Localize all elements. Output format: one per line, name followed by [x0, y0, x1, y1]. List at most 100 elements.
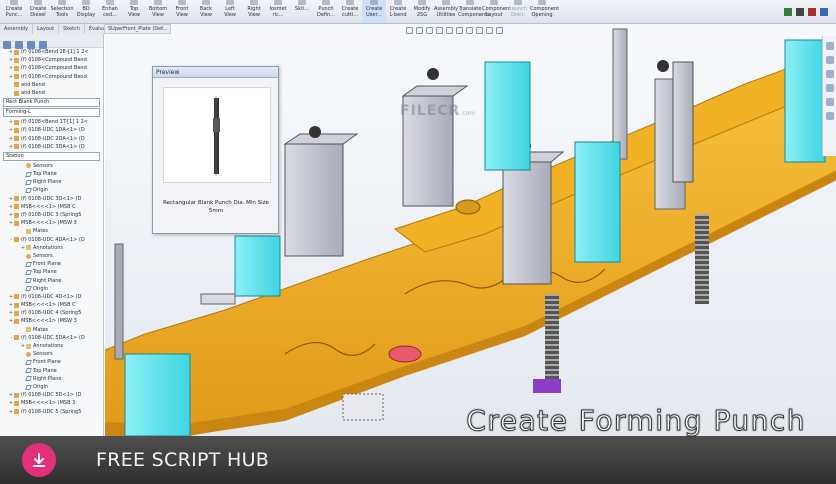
forming-type-select[interactable]: Forming-L — [3, 108, 100, 118]
tree-item[interactable]: Sensors — [0, 350, 103, 358]
scene-icon[interactable] — [486, 27, 493, 34]
tree-item[interactable]: - (f) 0108-UDC 4DA<1> (D — [0, 236, 103, 244]
ribbon-button[interactable]: Assembly Utilities — [434, 0, 458, 23]
hide-show-icon[interactable] — [466, 27, 473, 34]
part-icon — [14, 57, 19, 63]
tree-item[interactable]: + (f) 0108-UDC 1DA<1> (D — [0, 126, 103, 134]
tree-item[interactable]: + (f) 0108-UDC 3 (Spring5 — [0, 211, 103, 219]
tree-item[interactable]: + MSB<<<<1> (MSW 3 — [0, 219, 103, 227]
zoom-area-icon[interactable] — [416, 27, 423, 34]
tree-item[interactable]: + (f) 0108-UDC 3D<1> (D — [0, 195, 103, 203]
ribbon-button[interactable]: Launch Discr. — [506, 0, 530, 23]
part-icon — [14, 196, 19, 202]
tree-item[interactable]: Right Plane — [0, 277, 103, 285]
tab-layout[interactable]: Layout — [33, 24, 60, 34]
custom-properties-icon[interactable] — [826, 112, 834, 120]
ribbon-button[interactable]: Back View — [194, 0, 218, 23]
ribbon-button[interactable]: Punch Defin... — [314, 0, 338, 23]
ribbon-button[interactable]: Iosmet ric... — [266, 0, 290, 23]
tree-item-label: Sensors — [33, 252, 53, 259]
ribbon-button[interactable]: Component Opening — [530, 0, 559, 23]
design-library-icon[interactable] — [826, 56, 834, 64]
tree-item[interactable]: - (f) 0108-UDC 5DA<1> (D — [0, 334, 103, 342]
view-palette-icon[interactable] — [826, 84, 834, 92]
tree-item[interactable]: + (f) 0108-UDC 3DA<1> (D — [0, 143, 103, 151]
tab-assembly[interactable]: Assembly — [0, 24, 34, 34]
tree-item-label: Mates — [33, 326, 49, 333]
ribbon-button[interactable]: BD Display — [74, 0, 98, 23]
tree-item[interactable]: and Bend — [0, 89, 103, 97]
tab-sketch[interactable]: Sketch — [59, 24, 85, 34]
tree-item[interactable]: Sensors — [0, 252, 103, 260]
tree-item[interactable]: + (f) 0108-UDC 5D<1> (D — [0, 391, 103, 399]
tree-item[interactable]: Front Plane — [0, 260, 103, 268]
download-button[interactable] — [22, 443, 56, 477]
ribbon-button[interactable]: Bottom View — [146, 0, 170, 23]
ribbon-button[interactable]: Left View — [218, 0, 242, 23]
punch-type-select[interactable]: Rect Blank Punch — [3, 98, 100, 108]
document-tab[interactable]: SUperFront_Plate (Def... — [104, 24, 172, 34]
tree-item[interactable]: Sensors — [0, 162, 103, 170]
tree-item[interactable]: + (f) 0108-UDC 4D<1> (D — [0, 293, 103, 301]
tree-item[interactable]: and Bend — [0, 81, 103, 89]
tree-item[interactable]: + Annotations — [0, 342, 103, 350]
tree-item[interactable]: + (f) 0108<Bend 1T-[1] 1 2< — [0, 118, 103, 126]
close-icon[interactable] — [808, 8, 816, 16]
tree-item[interactable]: Mates — [0, 326, 103, 334]
tree-item[interactable]: Top Plane — [0, 268, 103, 276]
tree-item[interactable]: Right Plane — [0, 178, 103, 186]
tree-item[interactable]: + (f) 0108<Compound Bend — [0, 64, 103, 72]
preview-dialog[interactable]: Preview Rectangular Blank Punch Dia. Min… — [152, 66, 279, 234]
tree-item[interactable]: Top Plane — [0, 170, 103, 178]
section-view-icon[interactable] — [436, 27, 443, 34]
ribbon-button[interactable]: Skit... — [290, 0, 314, 23]
tree-item[interactable]: Front Plane — [0, 358, 103, 366]
tree-item[interactable]: + (f) 0108<Compound Bend — [0, 73, 103, 81]
tree-item[interactable]: + MSB<<<<1> (MSB C — [0, 301, 103, 309]
display-style-icon[interactable] — [456, 27, 463, 34]
resources-icon[interactable] — [826, 42, 834, 50]
tree-item[interactable]: + (f) 0108<Compound Bend — [0, 56, 103, 64]
tree-item[interactable]: + MSB<<<<1> (MSW 3 — [0, 317, 103, 325]
tree-item[interactable]: Origin — [0, 186, 103, 194]
status-icon[interactable] — [784, 8, 792, 16]
ribbon-button[interactable]: Create User... — [362, 0, 386, 23]
tree-item[interactable]: + MSB<<<<1> (MSB C — [0, 203, 103, 211]
ribbon-button[interactable]: Selection Tools — [50, 0, 74, 23]
tree-item[interactable]: Right Plane — [0, 375, 103, 383]
help-icon[interactable] — [820, 8, 828, 16]
zoom-fit-icon[interactable] — [406, 27, 413, 34]
ribbon-button[interactable]: Create Punc... — [2, 0, 26, 23]
view-settings-icon[interactable] — [496, 27, 503, 34]
part-icon — [14, 127, 19, 133]
ribbon-button[interactable]: Top View — [122, 0, 146, 23]
tree-item[interactable]: Top Plane — [0, 367, 103, 375]
tree-item-label: (f) 0108<Bend 1T-[1] 1 2< — [21, 119, 88, 126]
ribbon-button[interactable]: Front View — [170, 0, 194, 23]
tree-item[interactable]: + (f) 0108-UDC 4 (Spring5 — [0, 309, 103, 317]
previous-view-icon[interactable] — [426, 27, 433, 34]
ribbon-button[interactable]: Create Diesel — [26, 0, 50, 23]
ribbon-button[interactable]: Enhan ced... — [98, 0, 122, 23]
station-select[interactable]: Station — [3, 151, 100, 161]
tree-item[interactable]: + Annotations — [0, 244, 103, 252]
tree-item[interactable]: + MSB<<<<1> (MSB 3 — [0, 399, 103, 407]
tree-item[interactable]: + (f) 0108<Bend 2E-[1] 1 2< — [0, 48, 103, 56]
appearance-icon[interactable] — [476, 27, 483, 34]
file-explorer-icon[interactable] — [826, 70, 834, 78]
ribbon-button[interactable]: Translate Components — [458, 0, 490, 23]
tree-item[interactable]: Origin — [0, 383, 103, 391]
pin-icon[interactable] — [796, 8, 804, 16]
ribbon-button[interactable]: Modify 2SG — [410, 0, 434, 23]
tree-item[interactable]: + (f) 0108-UDC 2DA<1> (D — [0, 135, 103, 143]
tree-item[interactable]: + (f) 0108-UDC 5 (Spring5 — [0, 408, 103, 416]
tree-item[interactable]: Origin — [0, 285, 103, 293]
ribbon-button[interactable]: Right View — [242, 0, 266, 23]
appearances-icon[interactable] — [826, 98, 834, 106]
ribbon-button[interactable]: Create cutti... — [338, 0, 362, 23]
plane-icon — [25, 261, 32, 267]
ribbon-button[interactable]: Create L-bend — [386, 0, 410, 23]
ribbon-button[interactable]: Component Layout — [482, 0, 511, 23]
tree-item[interactable]: Mates — [0, 227, 103, 235]
view-orientation-icon[interactable] — [446, 27, 453, 34]
